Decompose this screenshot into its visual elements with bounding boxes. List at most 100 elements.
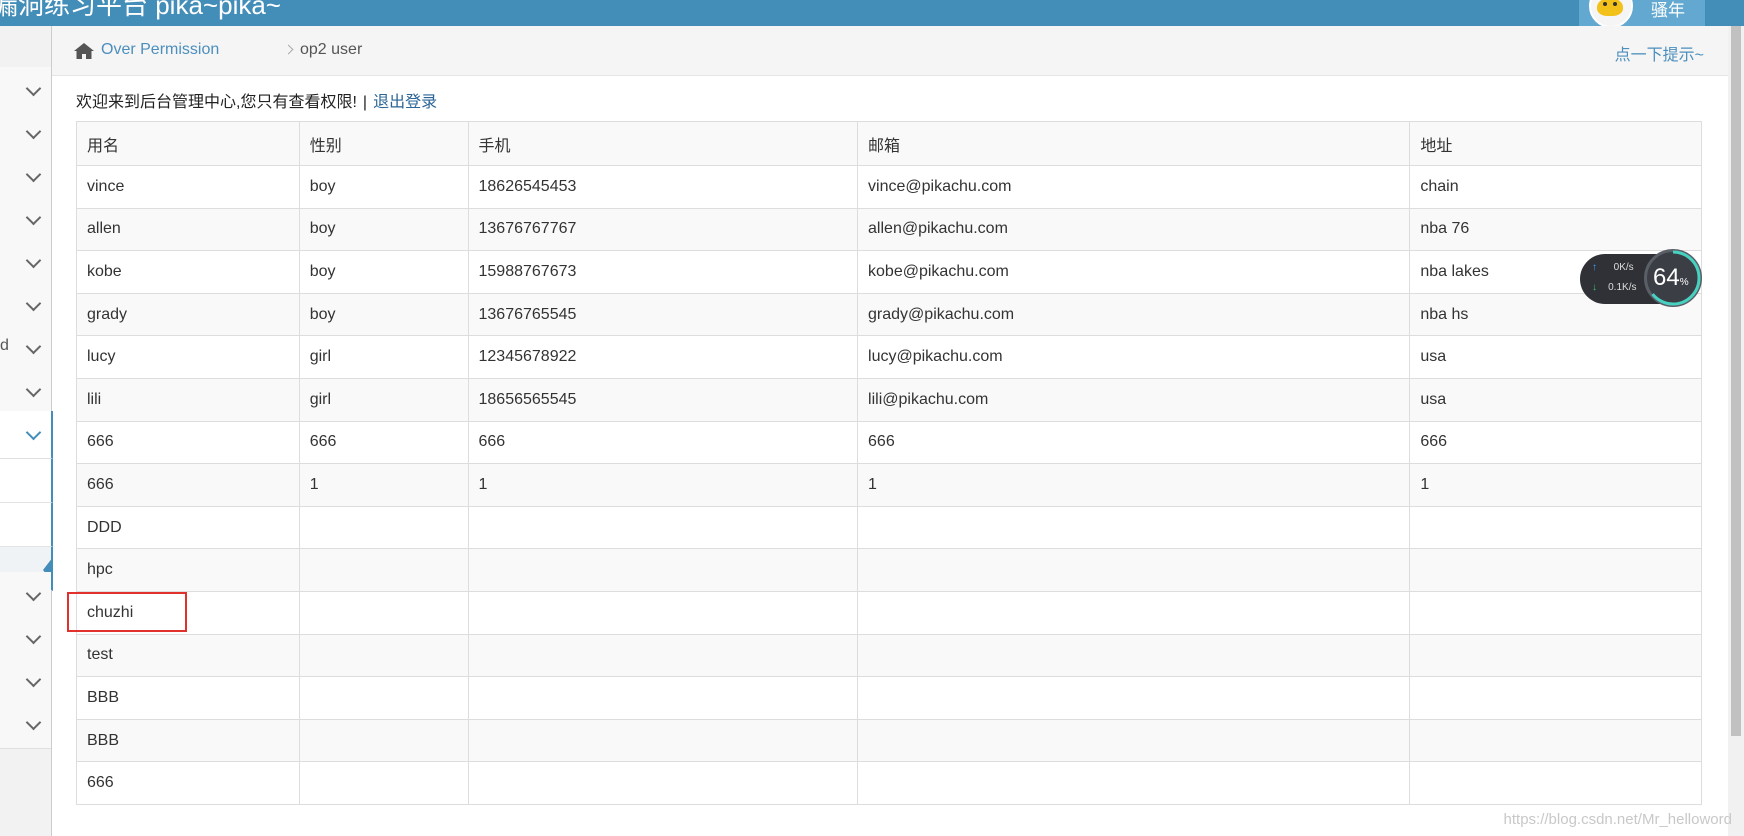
cell-gender: boy bbox=[298, 250, 469, 294]
table-row: DDD bbox=[76, 505, 1702, 550]
sidebar-item-12[interactable] bbox=[0, 701, 51, 749]
table-row: kobe boy 15988767673 kobe@pikachu.com nba la… bbox=[76, 250, 1702, 294]
cell-gender bbox=[298, 505, 469, 550]
cell-address bbox=[1409, 505, 1702, 550]
sidebar-item-6[interactable] bbox=[0, 282, 51, 330]
cell-address bbox=[1409, 718, 1702, 763]
home-icon[interactable] bbox=[73, 42, 95, 60]
watermark: https://blog.csdn.net/Mr_helloword bbox=[1503, 811, 1732, 828]
logout-link[interactable]: 退出登录 bbox=[373, 94, 437, 111]
cell-email bbox=[857, 761, 1411, 805]
cell-phone bbox=[467, 718, 859, 763]
column-header-phone: 手机 bbox=[467, 121, 859, 166]
chevron-down-icon bbox=[25, 381, 42, 398]
cell-username: lili bbox=[76, 377, 300, 422]
cell-email bbox=[857, 590, 1411, 635]
cell-email bbox=[857, 505, 1411, 550]
cell-username: 666 bbox=[76, 420, 300, 465]
cell-address bbox=[1409, 590, 1702, 635]
welcome-line: 欢迎来到后台管理中心,您只有查看权限! | 退出登录 bbox=[76, 88, 437, 112]
cell-gender bbox=[298, 548, 469, 592]
sidebar-shortcuts bbox=[0, 26, 51, 73]
table-row: hpc bbox=[76, 548, 1702, 592]
cell-username: grady bbox=[76, 292, 300, 337]
user-name[interactable]: 骚年 bbox=[1651, 0, 1685, 21]
breadcrumb: Over Permission op2 user 点一下提示~ bbox=[52, 26, 1728, 76]
cell-username: lucy bbox=[76, 335, 300, 379]
column-header-email: 邮箱 bbox=[857, 121, 1411, 166]
cell-username: DDD bbox=[76, 505, 300, 550]
cell-username: BBB bbox=[76, 676, 300, 720]
cell-gender: girl bbox=[298, 335, 469, 379]
cell-gender bbox=[298, 676, 469, 720]
cell-address: usa bbox=[1409, 335, 1702, 379]
sidebar-item-label: d bbox=[0, 337, 9, 354]
cell-phone: 18656565545 bbox=[467, 377, 859, 422]
sidebar-item-2[interactable] bbox=[0, 110, 51, 158]
chevron-down-icon bbox=[25, 123, 42, 140]
cell-gender: girl bbox=[298, 377, 469, 422]
cell-address bbox=[1409, 633, 1702, 678]
cell-username: 666 bbox=[76, 761, 300, 805]
welcome-separator: | bbox=[362, 94, 368, 111]
chevron-down-icon bbox=[25, 714, 42, 731]
chevron-down-icon bbox=[25, 166, 42, 183]
sidebar-item-11[interactable] bbox=[0, 658, 51, 706]
sidebar-subitem-2[interactable] bbox=[0, 503, 53, 547]
table-row: BBB bbox=[76, 718, 1702, 763]
app-title: 漏洞练习平台 pika~pika~ bbox=[0, 0, 281, 20]
cell-phone bbox=[467, 633, 859, 678]
table-row: 666 666 666 666 666 bbox=[76, 420, 1702, 465]
download-speed: ↓ 0.1K/s bbox=[1592, 282, 1637, 293]
sidebar-item-4[interactable] bbox=[0, 196, 51, 244]
breadcrumb-separator-icon bbox=[283, 44, 294, 55]
cell-address: 1 bbox=[1409, 463, 1702, 507]
table-row: lili girl 18656565545 lili@pikachu.com usa bbox=[76, 377, 1702, 422]
breadcrumb-current: op2 user bbox=[300, 41, 363, 58]
table-row: vince boy 18626545453 vince@pikachu.com chai… bbox=[76, 165, 1702, 209]
cell-phone: 15988767673 bbox=[467, 250, 859, 294]
cell-email: 666 bbox=[857, 420, 1411, 465]
cell-username: test bbox=[76, 633, 300, 678]
cell-email bbox=[857, 633, 1411, 678]
cell-email: lucy@pikachu.com bbox=[857, 335, 1411, 379]
cell-address bbox=[1409, 676, 1702, 720]
cell-phone: 13676765545 bbox=[467, 292, 859, 337]
cell-gender: boy bbox=[298, 292, 469, 337]
user-menu[interactable]: 骚年 bbox=[1579, 0, 1705, 28]
cell-address: 666 bbox=[1409, 420, 1702, 465]
sidebar-item-5[interactable] bbox=[0, 239, 51, 287]
chevron-down-icon bbox=[25, 585, 42, 602]
cell-email bbox=[857, 676, 1411, 720]
cell-phone: 13676767767 bbox=[467, 207, 859, 252]
sidebar-item-10[interactable] bbox=[0, 615, 51, 663]
cell-gender: 1 bbox=[298, 463, 469, 507]
cell-address: usa bbox=[1409, 377, 1702, 422]
page-scrollbar[interactable] bbox=[1728, 26, 1744, 836]
sidebar-subitem-1[interactable] bbox=[0, 459, 53, 503]
cell-address bbox=[1409, 761, 1702, 805]
sidebar-item-1[interactable] bbox=[0, 67, 51, 115]
cell-phone bbox=[467, 505, 859, 550]
column-header-address: 地址 bbox=[1409, 121, 1702, 166]
table-header-row: 用名 性别 手机 邮箱 地址 bbox=[76, 121, 1702, 166]
hint-link[interactable]: 点一下提示~ bbox=[1615, 41, 1704, 65]
table-row: 666 bbox=[76, 761, 1702, 805]
download-arrow-icon: ↓ bbox=[1592, 282, 1597, 293]
table-row: lucy girl 12345678922 lucy@pikachu.com usa bbox=[76, 335, 1702, 379]
sidebar-item-3[interactable] bbox=[0, 153, 51, 201]
cell-phone bbox=[467, 590, 859, 635]
chevron-down-icon bbox=[25, 671, 42, 688]
cell-gender: boy bbox=[298, 207, 469, 252]
scrollbar-thumb[interactable] bbox=[1731, 26, 1741, 736]
sidebar-item-over-permission[interactable] bbox=[0, 411, 53, 459]
cell-phone bbox=[467, 676, 859, 720]
sidebar-item-8[interactable] bbox=[0, 368, 51, 416]
upload-speed: ↑ 0K/s bbox=[1592, 262, 1634, 273]
sidebar-item-9[interactable] bbox=[0, 572, 51, 620]
cell-email: 1 bbox=[857, 463, 1411, 507]
breadcrumb-link-over-permission[interactable]: Over Permission bbox=[101, 41, 219, 59]
sidebar-item-7[interactable]: d bbox=[0, 325, 51, 373]
avatar[interactable] bbox=[1589, 0, 1633, 28]
table-row: chuzhi bbox=[76, 590, 1702, 635]
